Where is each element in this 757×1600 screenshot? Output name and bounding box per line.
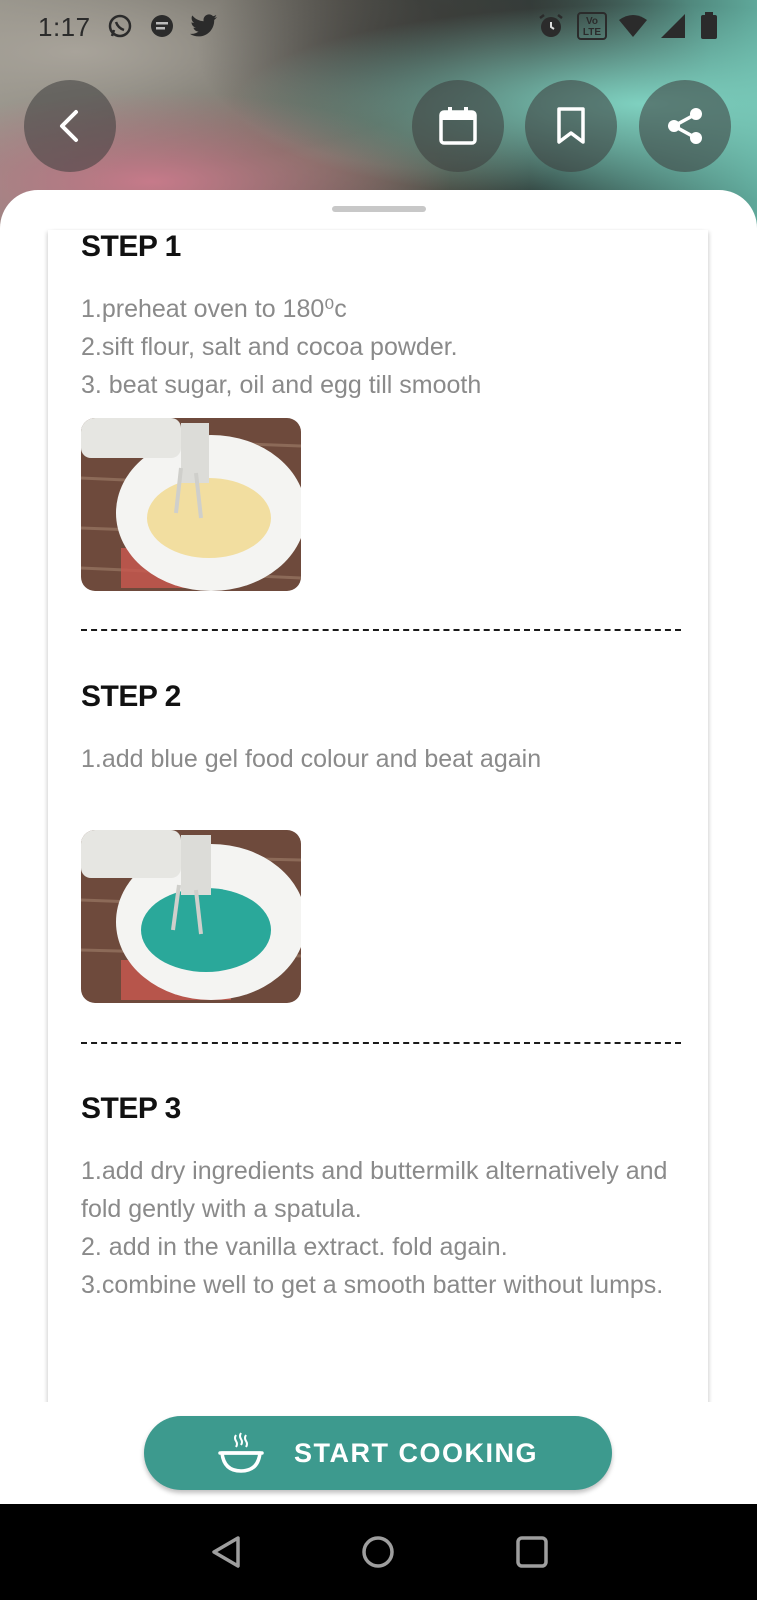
step-divider [81,1042,681,1044]
nav-recents-icon [516,1536,548,1568]
volte-icon: Vo LTE [577,12,607,40]
step-divider [81,629,681,631]
twitter-icon [190,12,218,40]
wifi-icon [619,12,647,40]
calendar-icon [439,107,477,145]
bookmark-button[interactable] [525,80,617,172]
steps-card: STEP 1 1.preheat oven to 180⁰c 2.sift fl… [48,230,708,1442]
step-title: STEP 1 [81,230,181,263]
step-text: 1.preheat oven to 180⁰c 2.sift flour, sa… [81,295,482,399]
back-button[interactable] [24,80,116,172]
calendar-button[interactable] [412,80,504,172]
step-3: STEP 3 1.add dry ingredients and butterm… [81,1092,681,1304]
nav-back-button[interactable] [202,1528,250,1576]
cooking-pot-icon [218,1432,264,1473]
step-text: 1.add blue gel food colour and beat agai… [81,745,542,773]
step-1-image[interactable] [81,418,301,591]
signal-icon [659,12,687,40]
start-cooking-button[interactable]: START COOKING [144,1416,612,1490]
bookmark-icon [557,107,585,144]
share-icon [668,108,702,144]
sheet-drag-handle[interactable] [332,206,426,212]
recipe-steps-sheet[interactable]: STEP 1 1.preheat oven to 180⁰c 2.sift fl… [0,190,757,1504]
status-time: 1:17 [38,12,91,42]
nav-recents-button[interactable] [508,1528,556,1576]
message-icon [148,12,176,40]
battery-icon [699,12,719,40]
step-1: STEP 1 1.preheat oven to 180⁰c 2.sift fl… [81,230,681,404]
svg-text:LTE: LTE [583,27,601,38]
step-text: 1.add dry ingredients and buttermilk alt… [81,1157,668,1299]
bottom-action-bar: START COOKING [0,1402,757,1504]
whatsapp-icon [106,12,134,40]
svg-text:Vo: Vo [586,16,598,27]
nav-home-icon [362,1536,394,1568]
back-icon [60,110,78,142]
nav-home-button[interactable] [354,1528,402,1576]
start-cooking-label: START COOKING [294,1437,538,1468]
nav-back-icon [212,1536,240,1568]
step-title: STEP 3 [81,1092,181,1125]
step-2: STEP 2 1.add blue gel food colour and be… [81,680,681,778]
step-title: STEP 2 [81,680,181,713]
system-nav-bar [0,1504,757,1600]
share-button[interactable] [639,80,731,172]
alarm-icon [537,12,565,40]
step-2-image[interactable] [81,830,301,1003]
status-bar: 1:17 Vo LTE [0,0,757,54]
